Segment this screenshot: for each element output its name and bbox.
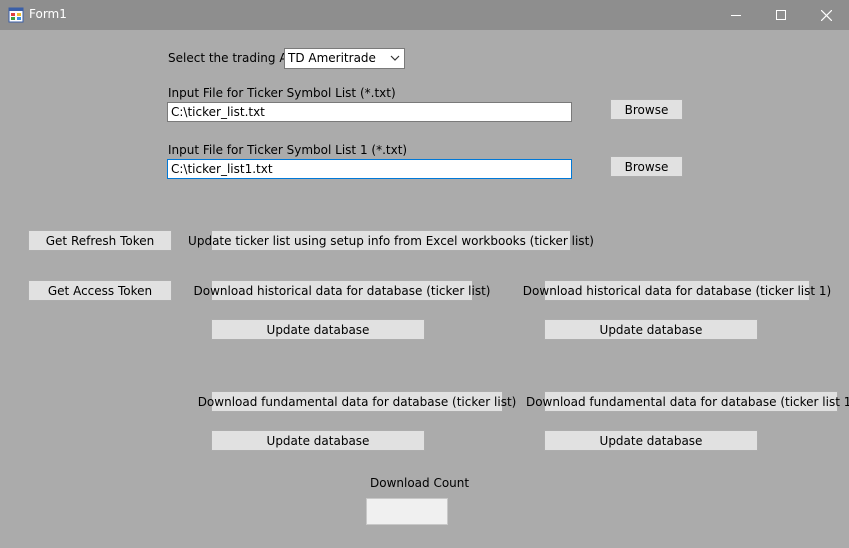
update-database-historical-button[interactable]: Update database xyxy=(211,319,425,340)
download-fundamental-list1-button[interactable]: Download fundamental data for database (… xyxy=(526,391,849,412)
update-ticker-list-button[interactable]: Update ticker list using setup info from… xyxy=(188,230,594,251)
update-database-fundamental-list1-button[interactable]: Update database xyxy=(544,430,758,451)
file1-input[interactable]: C:\ticker_list.txt xyxy=(167,102,572,122)
download-count-label: Download Count xyxy=(370,476,470,490)
file2-browse-button[interactable]: Browse xyxy=(610,156,683,177)
maximize-icon xyxy=(776,10,786,20)
file2-label: Input File for Ticker Symbol List 1 (*.t… xyxy=(168,143,408,157)
download-historical-list1-button[interactable]: Download historical data for database (t… xyxy=(523,280,831,301)
chevron-down-icon xyxy=(390,55,400,61)
title-bar: Form1 xyxy=(0,0,849,30)
download-historical-button[interactable]: Download historical data for database (t… xyxy=(194,280,490,301)
update-database-fundamental-button[interactable]: Update database xyxy=(211,430,425,451)
file1-browse-button[interactable]: Browse xyxy=(610,99,683,120)
app-form-icon xyxy=(8,7,24,23)
window-title: Form1 xyxy=(29,7,67,21)
minimize-icon xyxy=(731,15,741,16)
close-icon xyxy=(820,9,832,21)
api-selected-value: TD Ameritrade xyxy=(288,51,376,65)
download-fundamental-button[interactable]: Download fundamental data for database (… xyxy=(198,391,516,412)
get-refresh-token-button[interactable]: Get Refresh Token xyxy=(28,230,172,251)
minimize-button[interactable] xyxy=(713,0,759,30)
maximize-button[interactable] xyxy=(758,0,804,30)
update-database-historical-list1-button[interactable]: Update database xyxy=(544,319,758,340)
api-select[interactable]: TD Ameritrade xyxy=(284,48,405,69)
file1-label: Input File for Ticker Symbol List (*.txt… xyxy=(168,86,396,100)
close-button[interactable] xyxy=(803,0,849,30)
api-label: Select the trading API: xyxy=(168,51,303,65)
form-client-area: Select the trading API: TD Ameritrade In… xyxy=(0,30,849,548)
file2-input[interactable]: C:\ticker_list1.txt xyxy=(167,159,572,179)
get-access-token-button[interactable]: Get Access Token xyxy=(28,280,172,301)
download-count-box xyxy=(366,498,448,525)
